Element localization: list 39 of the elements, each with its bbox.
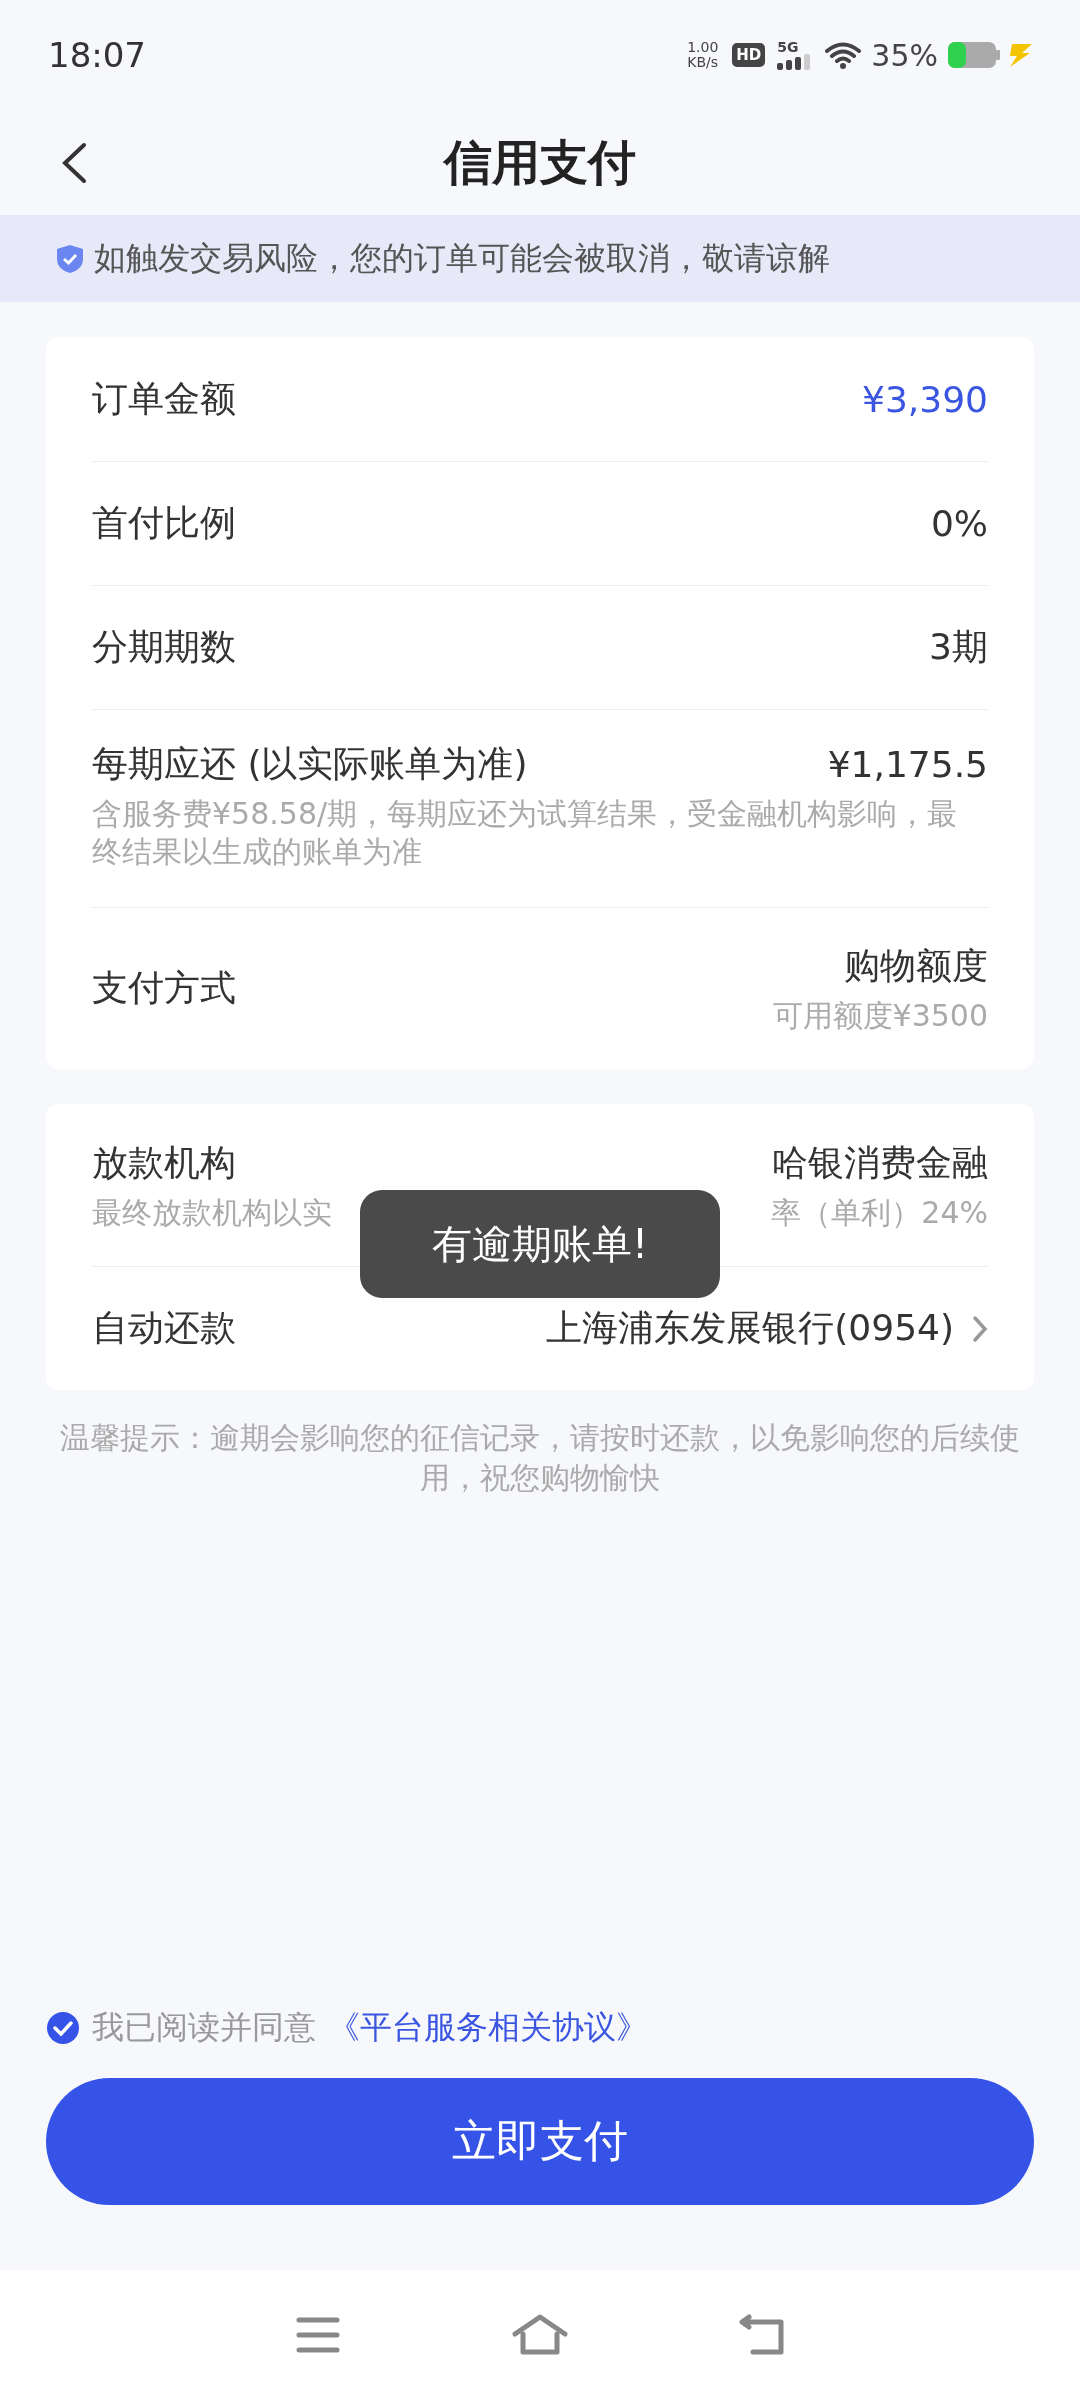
row-label: 每期应还 (以实际账单为准) bbox=[92, 742, 528, 786]
agreement-link[interactable]: 《平台服务相关协议》 bbox=[328, 2006, 648, 2050]
battery-icon bbox=[948, 42, 1000, 68]
chevron-right-icon[interactable] bbox=[972, 1314, 988, 1343]
checkbox[interactable] bbox=[46, 2011, 80, 2045]
row-label: 放款机构 bbox=[92, 1140, 237, 1185]
back-icon[interactable] bbox=[739, 2314, 785, 2356]
row-value: 上海浦东发展银行(0954) bbox=[546, 1306, 954, 1350]
value-note: 率（单利）24% bbox=[771, 1193, 988, 1232]
row-label: 分期期数 bbox=[92, 625, 236, 669]
value-note: 可用额度¥3500 bbox=[772, 997, 988, 1035]
wifi-icon bbox=[825, 41, 862, 69]
notice-text: 如触发交易风险，您的订单可能会被取消，敬请谅解 bbox=[94, 237, 830, 279]
row-value: ¥1,175.5 bbox=[827, 744, 988, 785]
row-value: 哈银消费金融 bbox=[772, 1140, 988, 1185]
row-label: 自动还款 bbox=[92, 1306, 236, 1350]
page-title: 信用支付 bbox=[444, 132, 636, 192]
shield-icon bbox=[56, 243, 84, 274]
row-label: 首付比例 bbox=[92, 501, 236, 545]
row-note: 最终放款机构以实 bbox=[92, 1193, 332, 1232]
amount-value: ¥3,390 bbox=[862, 378, 988, 420]
row-value: 0% bbox=[930, 503, 988, 544]
battery-percent: 35% bbox=[871, 37, 938, 73]
clock: 18:07 bbox=[48, 35, 147, 75]
network-label: 5G bbox=[777, 40, 799, 54]
row-value: 3期 bbox=[929, 625, 988, 669]
row-value: 购物额度 bbox=[844, 944, 988, 988]
network-speed: 1.00 KB/s bbox=[687, 40, 719, 70]
agreement-text: 我已阅读并同意 bbox=[92, 2007, 316, 2048]
home-icon[interactable] bbox=[511, 2314, 569, 2356]
menu-icon[interactable] bbox=[295, 2316, 341, 2354]
tip-text: 温馨提示：逾期会影响您的征信记录，请按时还款，以免影响您的后续使用，祝您购物愉快 bbox=[59, 1419, 1021, 1497]
row-label: 订单金额 bbox=[92, 376, 236, 421]
pay-button[interactable]: 立即支付 bbox=[46, 2078, 1034, 2205]
hd-badge: HD bbox=[732, 43, 766, 67]
signal-icon bbox=[777, 54, 812, 70]
row-note: 含服务费¥58.58/期，每期应还为试算结果，受金融机构影响，最终结果以生成的账单为准 bbox=[92, 795, 959, 871]
toast-message: 有逾期账单! bbox=[360, 1190, 720, 1298]
row-label: 支付方式 bbox=[92, 966, 236, 1010]
